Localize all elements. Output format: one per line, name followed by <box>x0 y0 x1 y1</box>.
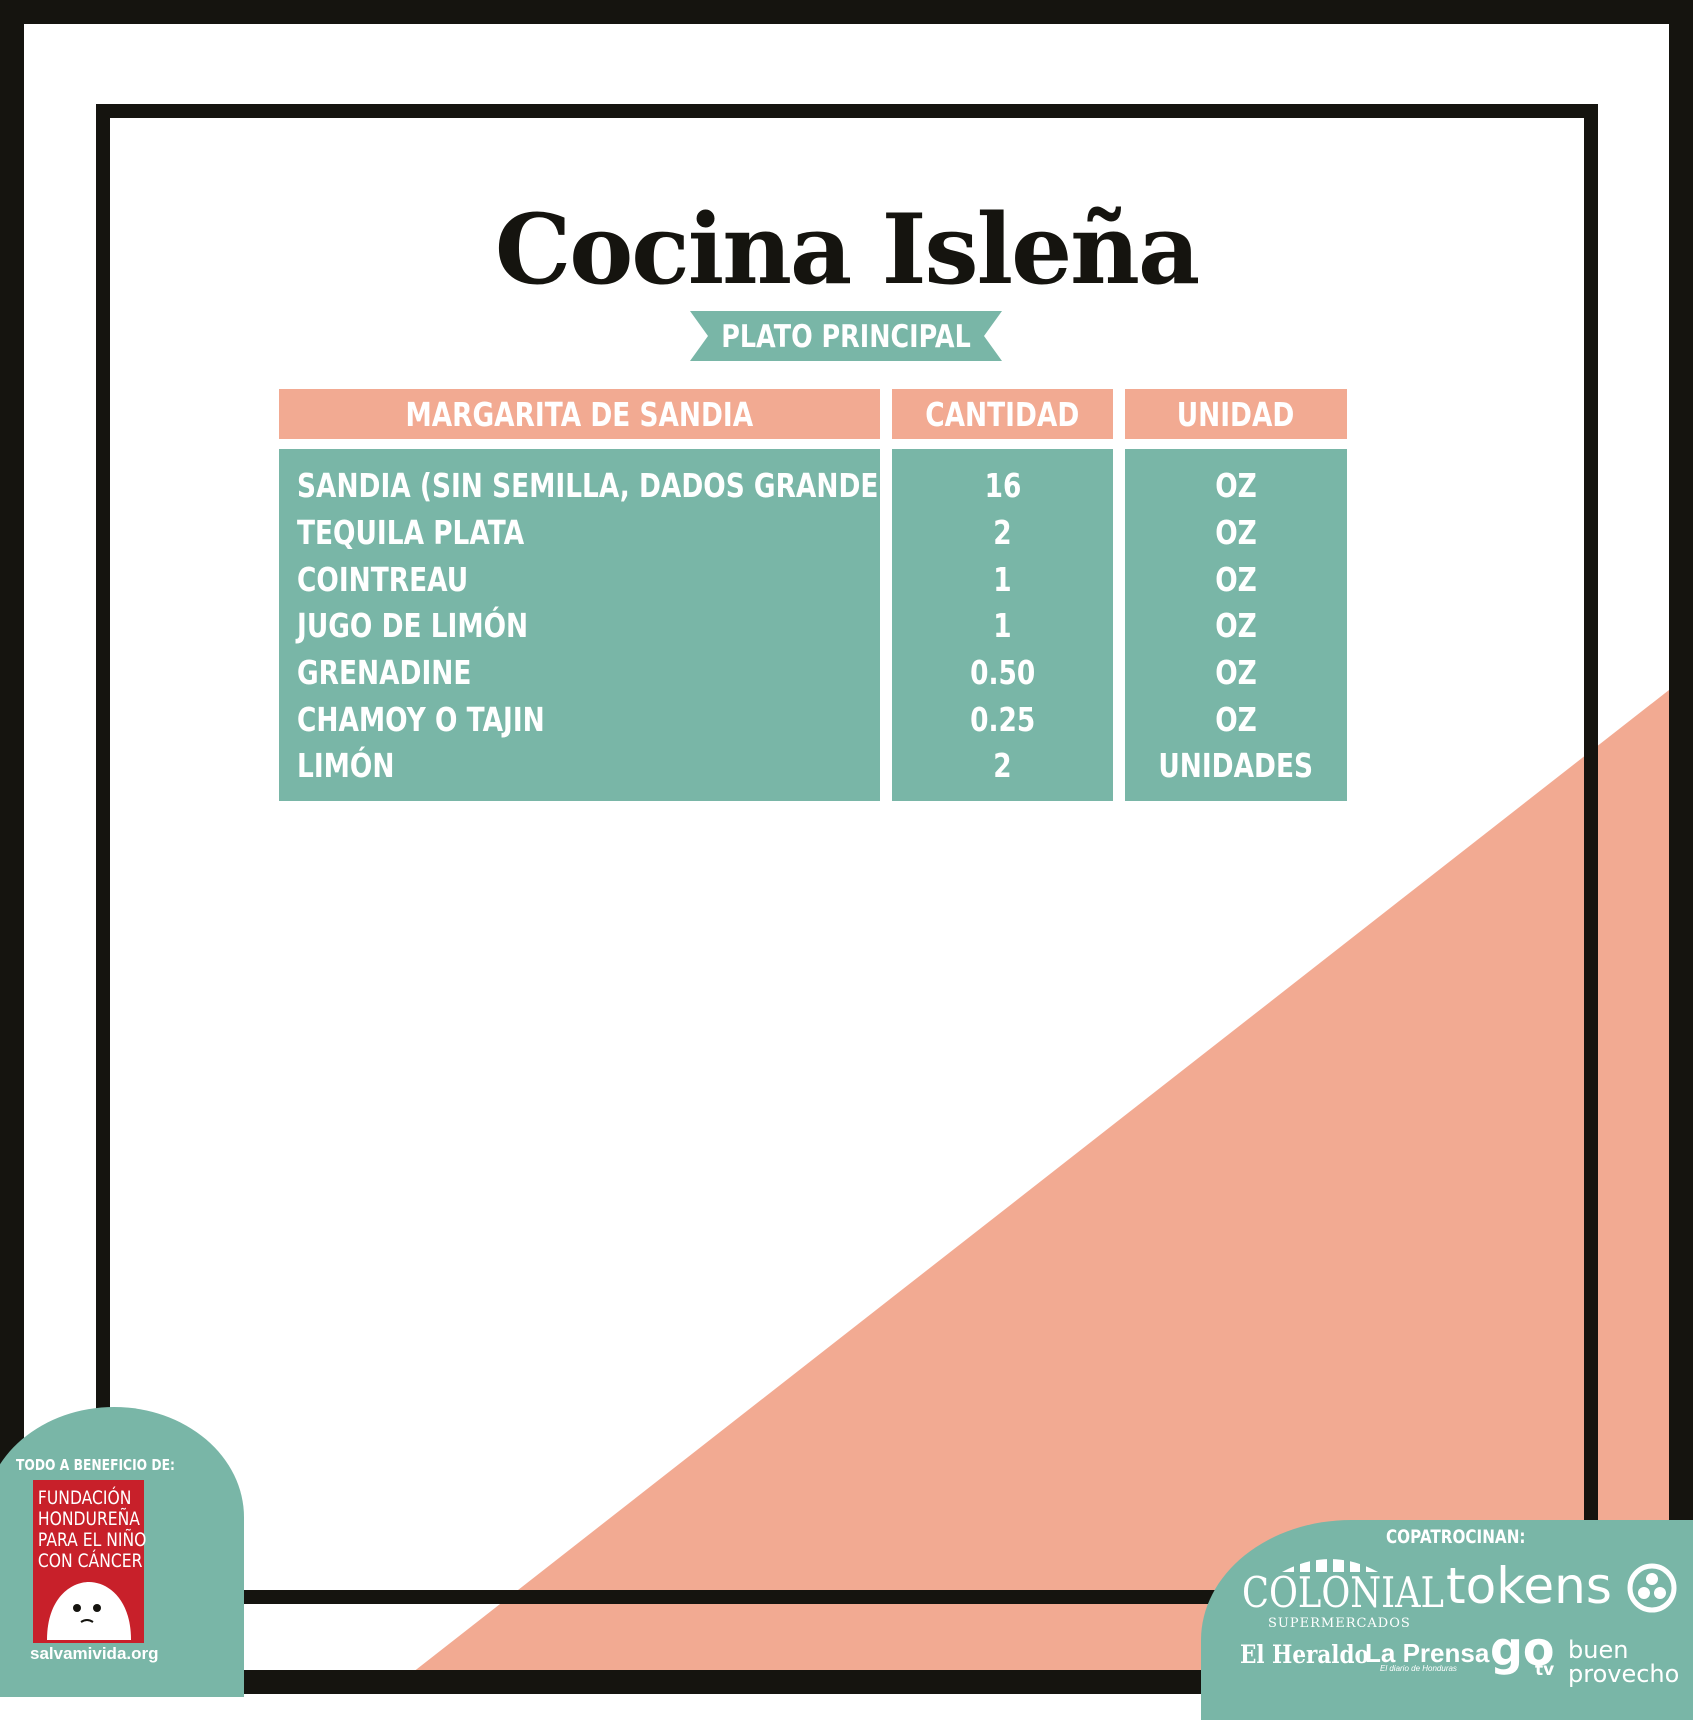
unit-column: OZ OZ OZ OZ OZ OZ UNIDADES <box>1125 449 1347 801</box>
quantity-cell: 2 <box>993 513 1012 552</box>
ingredient-cell: SANDIA (SIN SEMILLA, DADOS GRANDES) <box>297 466 910 505</box>
fhnc-logo: FUNDACIÓN HONDUREÑA PARA EL NIÑO CON CÁN… <box>33 1480 147 1643</box>
colonial-logo: COLONIAL SUPERMERCADOS <box>1240 1552 1444 1634</box>
la-prensa-logo-subtext: El diario de Honduras <box>1380 1664 1457 1673</box>
child-face-icon <box>47 1582 131 1640</box>
ingredients-column: SANDIA (SIN SEMILLA, DADOS GRANDES) TEQU… <box>279 449 909 801</box>
el-heraldo-logo: El Heraldo <box>1240 1640 1369 1669</box>
unit-cell: OZ <box>1215 466 1257 505</box>
quantity-cell: 1 <box>993 560 1012 599</box>
tokens-logo-icon <box>1627 1563 1677 1613</box>
quantity-cell: 1 <box>993 606 1012 645</box>
ingredient-cell: TEQUILA PLATA <box>297 513 525 552</box>
unit-cell: OZ <box>1215 513 1257 552</box>
ingredient-cell: JUGO DE LIMÓN <box>297 606 529 645</box>
unit-cell: OZ <box>1215 700 1257 739</box>
quantity-cell: 16 <box>984 466 1021 505</box>
colonial-logo-text: COLONIAL <box>1242 1568 1444 1617</box>
page-title: Cocina Isleña <box>494 193 1200 306</box>
quantity-column: 16 2 1 1 0.50 0.25 2 <box>892 449 1113 801</box>
ingredient-cell: CHAMOY O TAJIN <box>297 700 545 739</box>
header-quantity: CANTIDAD <box>892 389 1113 439</box>
beneficiary-label: TODO A BENEFICIO DE: <box>16 1456 175 1474</box>
header-recipe: MARGARITA DE SANDIA <box>279 389 880 439</box>
ingredient-cell: COINTREAU <box>297 560 469 599</box>
colonial-logo-subtext: SUPERMERCADOS <box>1268 1616 1411 1631</box>
unit-cell: UNIDADES <box>1158 746 1314 785</box>
unit-cell: OZ <box>1215 560 1257 599</box>
website-link[interactable]: salvamivida.org <box>30 1644 159 1664</box>
fhnc-logo-line: CON CÁNCER <box>37 1550 143 1572</box>
quantity-cell: 2 <box>993 746 1012 785</box>
header-unit: UNIDAD <box>1125 389 1347 439</box>
ingredient-cell: LIMÓN <box>297 746 395 785</box>
quantity-cell: 0.25 <box>969 700 1036 739</box>
buen-provecho-logo: provecho <box>1568 1660 1680 1688</box>
unit-cell: OZ <box>1215 606 1257 645</box>
tokens-logo-text: tokens <box>1446 1557 1612 1615</box>
go-tv-logo-subtext: tv <box>1535 1660 1555 1680</box>
fhnc-logo-line: FUNDACIÓN <box>37 1487 132 1509</box>
fhnc-logo-line: PARA EL NIÑO <box>37 1529 147 1551</box>
sponsors-label: COPATROCINAN: <box>1386 1526 1526 1548</box>
unit-cell: OZ <box>1215 653 1257 692</box>
quantity-cell: 0.50 <box>969 653 1036 692</box>
ingredient-cell: GRENADINE <box>297 653 472 692</box>
buen-provecho-logo: buen <box>1568 1636 1629 1664</box>
fhnc-logo-line: HONDUREÑA <box>37 1508 140 1530</box>
subtitle: PLATO PRINCIPAL <box>721 319 971 355</box>
